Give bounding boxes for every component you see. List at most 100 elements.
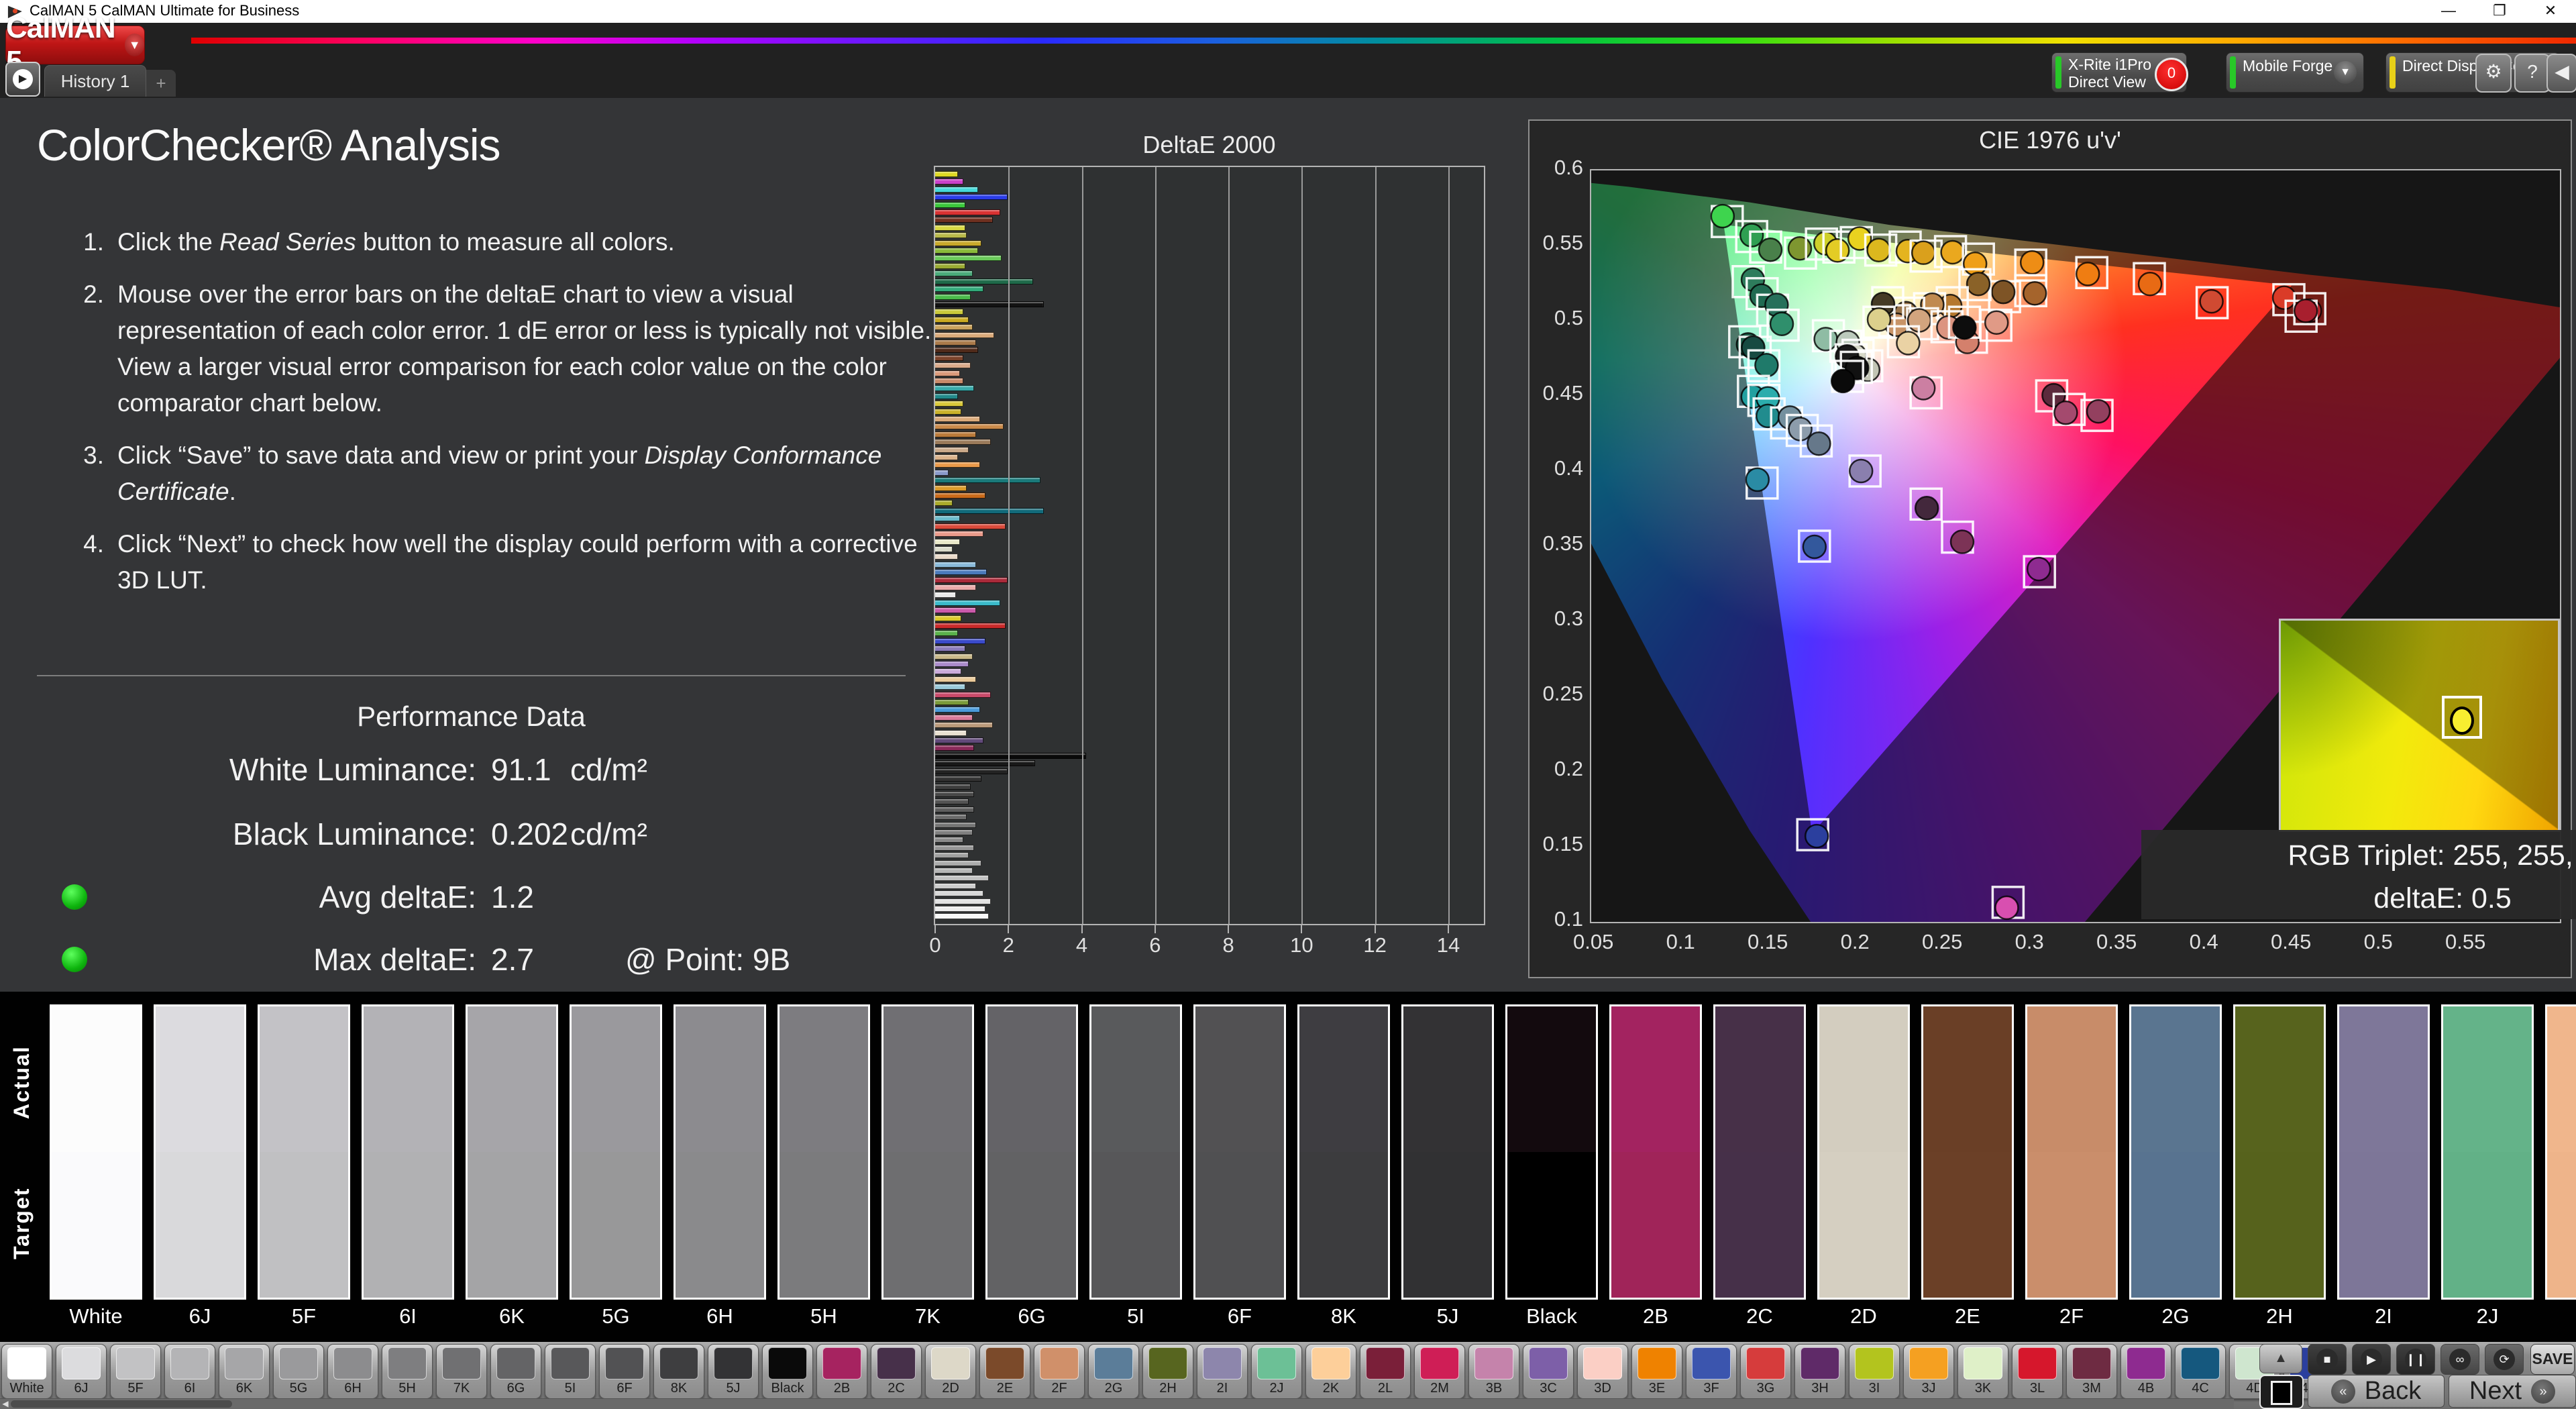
deltae-bar[interactable] bbox=[935, 240, 981, 246]
patch-button-4c[interactable]: 4C bbox=[2175, 1344, 2226, 1399]
deltae-bar[interactable] bbox=[935, 263, 965, 269]
deltae-bar[interactable] bbox=[935, 178, 963, 185]
measured-point-marker[interactable] bbox=[1849, 460, 1872, 482]
deltae-bar[interactable] bbox=[935, 340, 976, 346]
deltae-bar[interactable] bbox=[935, 860, 981, 866]
deltae-bar[interactable] bbox=[935, 347, 978, 353]
patch-button-2d[interactable]: 2D bbox=[925, 1344, 976, 1399]
instrument-count-badge[interactable]: 0 bbox=[2155, 58, 2188, 91]
measured-point-marker[interactable] bbox=[1740, 224, 1763, 247]
deltae-bar[interactable] bbox=[935, 730, 967, 736]
minimize-button[interactable]: — bbox=[2423, 0, 2474, 23]
measured-point-marker[interactable] bbox=[1912, 242, 1935, 264]
patch-button-6g[interactable]: 6G bbox=[490, 1344, 541, 1399]
measured-point-marker[interactable] bbox=[2023, 282, 2046, 305]
deltae-bar[interactable] bbox=[935, 225, 965, 231]
deltae-bar[interactable] bbox=[935, 301, 1044, 307]
patch-button-3d[interactable]: 3D bbox=[1577, 1344, 1628, 1399]
deltae-bar[interactable] bbox=[935, 615, 961, 621]
measured-point-marker[interactable] bbox=[1805, 825, 1828, 847]
deltae-bar[interactable] bbox=[935, 760, 1035, 766]
patch-button-3c[interactable]: 3C bbox=[1523, 1344, 1574, 1399]
deltae-bar[interactable] bbox=[935, 868, 973, 874]
measured-point-marker[interactable] bbox=[1711, 205, 1734, 227]
measured-point-marker[interactable] bbox=[1755, 354, 1778, 376]
deltae-bar[interactable] bbox=[935, 409, 961, 415]
patch-button-3k[interactable]: 3K bbox=[1957, 1344, 2008, 1399]
patch-button-5i[interactable]: 5I bbox=[545, 1344, 596, 1399]
patch-button-7k[interactable]: 7K bbox=[436, 1344, 487, 1399]
deltae-bar[interactable] bbox=[935, 845, 974, 851]
deltae-bar[interactable] bbox=[935, 898, 991, 904]
next-button[interactable]: Next » bbox=[2449, 1375, 2576, 1408]
deltae-bar[interactable] bbox=[935, 768, 1008, 774]
measured-point-marker[interactable] bbox=[2139, 272, 2161, 295]
measured-point-marker[interactable] bbox=[1896, 331, 1919, 354]
deltae-bar[interactable] bbox=[935, 187, 978, 193]
patch-button-8k[interactable]: 8K bbox=[653, 1344, 704, 1399]
deltae-bar[interactable] bbox=[935, 584, 976, 590]
deltae-bar[interactable] bbox=[935, 906, 985, 912]
close-button[interactable]: ✕ bbox=[2525, 0, 2576, 23]
deltae-bar[interactable] bbox=[935, 523, 1006, 529]
deltae-bar[interactable] bbox=[935, 569, 987, 575]
patch-button-3i[interactable]: 3I bbox=[1849, 1344, 1900, 1399]
deltae-bar[interactable] bbox=[935, 248, 978, 254]
patch-button-3h[interactable]: 3H bbox=[1794, 1344, 1845, 1399]
deltae-plot-area[interactable] bbox=[934, 166, 1485, 925]
deltae-bar[interactable] bbox=[935, 362, 971, 368]
measured-point-marker[interactable] bbox=[1759, 238, 1782, 261]
stop-button[interactable]: ■ bbox=[2308, 1344, 2347, 1375]
deltae-bar[interactable] bbox=[935, 715, 973, 721]
deltae-bar[interactable] bbox=[935, 385, 974, 391]
deltae-bar[interactable] bbox=[935, 784, 971, 790]
deltae-bar[interactable] bbox=[935, 623, 1006, 629]
measured-point-marker[interactable] bbox=[2027, 558, 2050, 580]
patch-button-3m[interactable]: 3M bbox=[2066, 1344, 2117, 1399]
deltae-bar[interactable] bbox=[935, 500, 953, 506]
deltae-bar[interactable] bbox=[935, 393, 958, 399]
calman-logo-menu[interactable]: CalMAN 5 ▼ bbox=[5, 25, 145, 64]
deltae-bar[interactable] bbox=[935, 776, 981, 782]
measured-point-marker[interactable] bbox=[1951, 531, 1974, 554]
measured-point-marker[interactable] bbox=[1746, 468, 1769, 491]
deltae-bar[interactable] bbox=[935, 630, 958, 636]
patch-button-6h[interactable]: 6H bbox=[327, 1344, 378, 1399]
settings-button[interactable]: ⚙ bbox=[2475, 54, 2512, 93]
deltae-bar[interactable] bbox=[935, 600, 1000, 606]
patch-button-2f[interactable]: 2F bbox=[1034, 1344, 1085, 1399]
deltae-bar[interactable] bbox=[935, 684, 965, 690]
deltae-bar[interactable] bbox=[935, 822, 976, 828]
scrollbar-thumb[interactable] bbox=[11, 1400, 232, 1408]
deltae-bar[interactable] bbox=[935, 913, 989, 919]
patch-button-4b[interactable]: 4B bbox=[2121, 1344, 2171, 1399]
tab-history-1[interactable]: History 1 bbox=[44, 65, 146, 97]
patch-button-3l[interactable]: 3L bbox=[2012, 1344, 2063, 1399]
measured-point-marker[interactable] bbox=[1995, 896, 2018, 919]
play-button[interactable]: ▶ bbox=[2352, 1344, 2391, 1375]
deltae-bar[interactable] bbox=[935, 232, 967, 238]
measured-point-marker[interactable] bbox=[1788, 237, 1811, 260]
patch-button-2m[interactable]: 2M bbox=[1414, 1344, 1465, 1399]
deltae-bar[interactable] bbox=[935, 317, 969, 323]
deltae-bar[interactable] bbox=[935, 577, 1008, 583]
deltae-bar[interactable] bbox=[935, 554, 958, 560]
deltae-bar[interactable] bbox=[935, 676, 976, 682]
deltae-bar[interactable] bbox=[935, 699, 969, 705]
patch-button-2j[interactable]: 2J bbox=[1251, 1344, 1302, 1399]
collapse-panel-button[interactable]: ◀ bbox=[2546, 54, 2576, 93]
measured-point-marker[interactable] bbox=[2076, 262, 2099, 285]
deltae-bar[interactable] bbox=[935, 416, 980, 422]
deltae-bar[interactable] bbox=[935, 278, 1033, 284]
deltae-bar[interactable] bbox=[935, 270, 973, 276]
patch-button-6k[interactable]: 6K bbox=[219, 1344, 270, 1399]
deltae-bar[interactable] bbox=[935, 791, 974, 797]
deltae-bar[interactable] bbox=[935, 638, 985, 644]
deltae-bar[interactable] bbox=[935, 332, 994, 338]
patch-button-white[interactable]: White bbox=[1, 1344, 52, 1399]
measured-point-marker[interactable] bbox=[2054, 401, 2077, 424]
deltae-bar[interactable] bbox=[935, 209, 1000, 215]
measured-point-marker[interactable] bbox=[1770, 313, 1793, 335]
deltae-bar[interactable] bbox=[935, 492, 985, 499]
back-button[interactable]: « Back bbox=[2308, 1375, 2445, 1408]
